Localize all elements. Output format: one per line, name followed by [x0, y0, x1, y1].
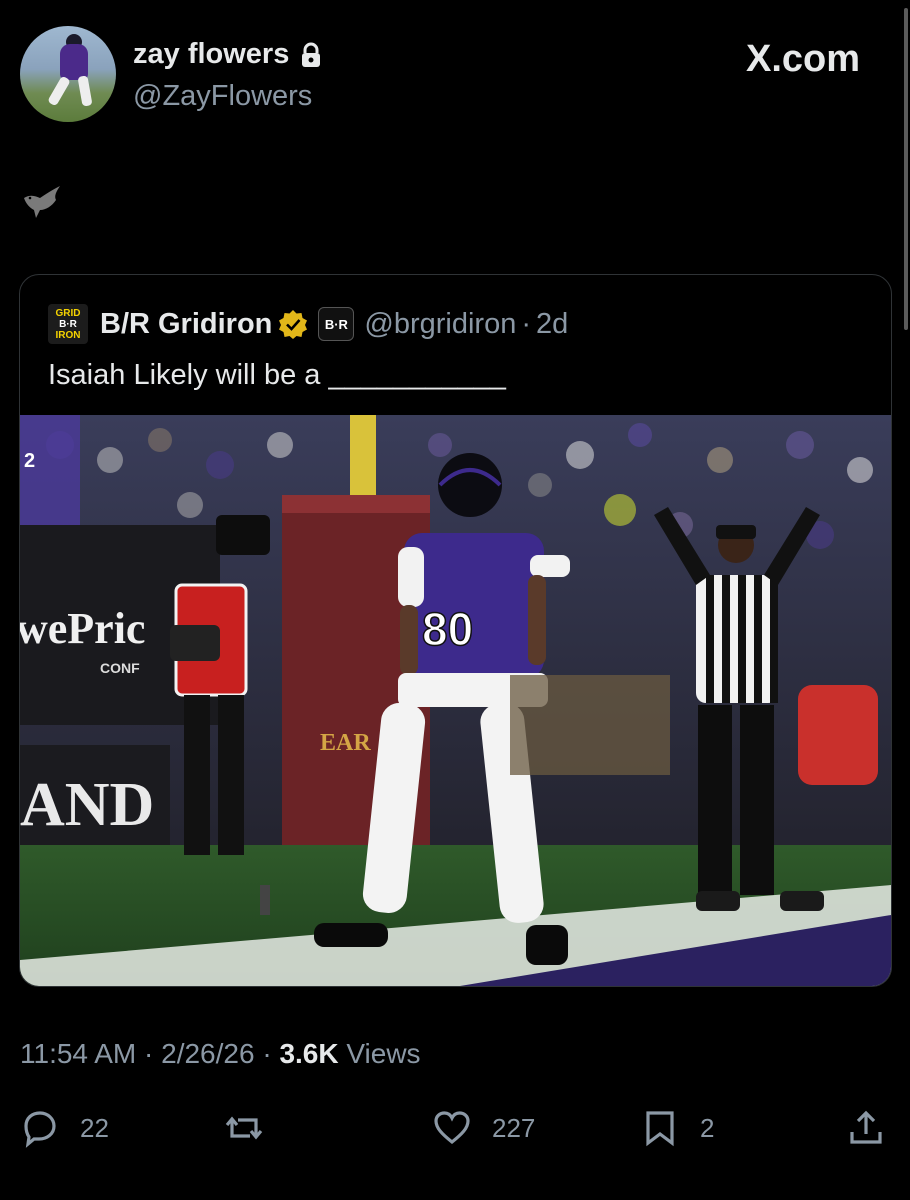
meta-separator-2: · [262, 1038, 272, 1069]
post-date[interactable]: 2/26/26 [161, 1038, 254, 1069]
action-bar: 22 227 2 [0, 1102, 910, 1158]
repost-button[interactable] [224, 1108, 284, 1148]
scrollbar[interactable] [904, 8, 908, 330]
repost-icon [225, 1116, 263, 1140]
reply-icon [24, 1111, 56, 1148]
bookmark-count: 2 [700, 1112, 715, 1143]
views-count: 3.6K [279, 1038, 339, 1069]
like-count: 227 [492, 1112, 536, 1143]
affiliate-badge[interactable]: B·R [318, 307, 355, 341]
quoted-post-header: GRID B·R IRON B/R Gridiron B·R @brgridir… [48, 303, 568, 345]
quoted-author-name[interactable]: B/R Gridiron [100, 308, 272, 341]
bird-icon [24, 186, 60, 218]
quoted-post-photo[interactable]: 2 wePric CONF AND EAR 80 [20, 415, 891, 986]
football-touchdown-photo: 2 wePric CONF AND EAR 80 [20, 415, 891, 986]
bookmark-icon [646, 1111, 674, 1147]
gold-verified-icon [279, 310, 308, 339]
stadium-sign-sub: CONF [100, 660, 140, 676]
post-pad-text: EAR [320, 730, 371, 756]
like-button[interactable]: 227 [432, 1108, 535, 1148]
post-metadata: 11:54 AM · 2/26/26 · 3.6K Views [20, 1038, 421, 1070]
logo-line-3: IRON [55, 329, 81, 341]
reply-button[interactable]: 22 [20, 1108, 109, 1148]
logo-line-1: GRID [55, 307, 81, 319]
views-label: Views [346, 1038, 421, 1069]
avatar[interactable] [20, 26, 116, 122]
share-icon [850, 1110, 882, 1144]
quoted-author-handle[interactable]: @brgridiron [364, 308, 516, 341]
bookmark-button[interactable]: 2 [640, 1108, 714, 1148]
meta-separator-1: · [144, 1038, 154, 1069]
share-button[interactable] [846, 1108, 886, 1148]
logo-line-2: B·R [59, 318, 77, 330]
jersey-number: 80 [422, 603, 473, 655]
x-watermark: X.com [746, 38, 861, 80]
reply-count: 22 [80, 1112, 109, 1143]
post-time[interactable]: 11:54 AM [20, 1038, 136, 1069]
quoted-post-card[interactable]: GRID B·R IRON B/R Gridiron B·R @brgridir… [19, 274, 892, 987]
quoted-post-text: Isaiah Likely will be a ___________ [48, 359, 506, 391]
quoted-timestamp[interactable]: 2d [536, 308, 568, 341]
author-name-text: zay flowers [133, 38, 290, 70]
stadium-sign-text: wePric [20, 604, 145, 653]
fan-number: 2 [24, 450, 35, 472]
banner-text: AND [20, 771, 154, 839]
author-display-name[interactable]: zay flowers [133, 38, 323, 71]
lock-icon [302, 42, 321, 67]
heart-icon [434, 1111, 470, 1145]
brgridiron-logo[interactable]: GRID B·R IRON [48, 304, 88, 344]
author-handle[interactable]: @ZayFlowers [133, 80, 312, 113]
quoted-dot: · [521, 307, 532, 340]
